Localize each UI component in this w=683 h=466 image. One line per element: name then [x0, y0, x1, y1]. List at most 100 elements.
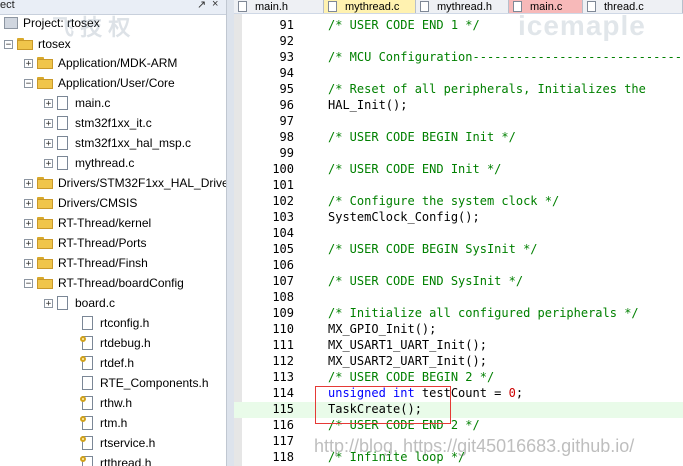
code-line[interactable]: 102 /* Configure the system clock */ [234, 194, 683, 210]
tree-header-0-label: rtconfig.h [100, 316, 150, 330]
code-line[interactable]: 94 [234, 66, 683, 82]
code-line[interactable]: 115 TaskCreate(); [234, 402, 683, 418]
code-text[interactable]: MX_GPIO_Init(); [328, 322, 436, 336]
header-file-icon [82, 376, 93, 390]
tree-header-1[interactable]: rtdebug.h [80, 334, 151, 352]
tree-group-1[interactable]: − Application/User/Core [24, 74, 175, 92]
tree-header-7[interactable]: rtthread.h [80, 454, 151, 466]
watermark-top-left: 飞 技 权 [52, 15, 131, 40]
collapse-toggle-icon[interactable]: − [24, 78, 33, 88]
code-line[interactable]: 106 [234, 258, 683, 274]
code-line[interactable]: 104 [234, 226, 683, 242]
tree-file-1-0[interactable]: + main.c [44, 94, 110, 112]
collapse-toggle-icon[interactable]: − [24, 278, 33, 288]
tree-file-7-0[interactable]: + board.c [44, 294, 115, 312]
file-tab-icon [420, 1, 429, 12]
line-number: 95 [279, 82, 294, 96]
expand-toggle-icon[interactable]: + [44, 138, 53, 148]
file-icon [57, 156, 68, 170]
close-icon[interactable]: × [212, 0, 218, 10]
folder-icon [37, 197, 53, 209]
tab-main-h[interactable]: main.h [234, 0, 324, 13]
code-line[interactable]: 107 /* USER CODE END SysInit */ [234, 274, 683, 290]
code-line[interactable]: 96 HAL_Init(); [234, 98, 683, 114]
code-line[interactable]: 109 /* Initialize all configured peripher… [234, 306, 683, 322]
code-line[interactable]: 101 [234, 178, 683, 194]
pin-icon[interactable]: ↗ [197, 0, 206, 11]
code-text[interactable]: /* Configure the system clock */ [328, 194, 559, 208]
code-line[interactable]: 111 MX_USART1_UART_Init(); [234, 338, 683, 354]
tree-header-3[interactable]: RTE_Components.h [82, 374, 209, 392]
code-text[interactable]: /* USER CODE BEGIN Init */ [328, 130, 516, 144]
tree-file-1-1[interactable]: + stm32f1xx_it.c [44, 114, 152, 132]
target-folder-icon [17, 38, 33, 50]
tree-group-3[interactable]: + Drivers/CMSIS [24, 194, 137, 212]
code-text[interactable]: /* USER CODE BEGIN SysInit */ [328, 242, 538, 256]
code-line[interactable]: 105 /* USER CODE BEGIN SysInit */ [234, 242, 683, 258]
code-text[interactable]: /* USER CODE BEGIN 2 */ [328, 370, 494, 384]
tree-file-1-3[interactable]: + mythread.c [44, 154, 134, 172]
tree-header-6[interactable]: rtservice.h [80, 434, 155, 452]
expand-toggle-icon[interactable]: + [44, 118, 53, 128]
tree-file-1-2[interactable]: + stm32f1xx_hal_msp.c [44, 134, 191, 152]
code-line[interactable]: 93 /* MCU Configuration------------------… [234, 50, 683, 66]
tree-group-0[interactable]: + Application/MDK-ARM [24, 54, 177, 72]
code-line[interactable]: 112 MX_USART2_UART_Init(); [234, 354, 683, 370]
code-line[interactable]: 95 /* Reset of all peripherals, Initializ… [234, 82, 683, 98]
header-file-icon [80, 396, 93, 410]
code-text[interactable]: MX_USART2_UART_Init(); [328, 354, 487, 368]
tab-mythread-h[interactable]: mythread.h [416, 0, 509, 13]
tree-group-4[interactable]: + RT-Thread/kernel [24, 214, 151, 232]
code-text[interactable]: MX_USART1_UART_Init(); [328, 338, 487, 352]
expand-toggle-icon[interactable]: + [24, 178, 33, 188]
code-line[interactable]: 103 SystemClock_Config(); [234, 210, 683, 226]
code-line[interactable]: 113 /* USER CODE BEGIN 2 */ [234, 370, 683, 386]
code-text[interactable]: /* USER CODE END SysInit */ [328, 274, 523, 288]
code-line[interactable]: 97 [234, 114, 683, 130]
tree-header-4[interactable]: rthw.h [80, 394, 132, 412]
code-line[interactable]: 108 [234, 290, 683, 306]
annotation-highlight-box [315, 386, 451, 424]
code-token: MX_GPIO_Init(); [328, 322, 437, 336]
line-number: 99 [279, 146, 294, 160]
line-number: 105 [272, 242, 294, 256]
expand-toggle-icon[interactable]: + [24, 198, 33, 208]
expand-toggle-icon[interactable]: + [24, 258, 33, 268]
tree-header-0[interactable]: rtconfig.h [82, 314, 149, 332]
expand-toggle-icon[interactable]: + [24, 58, 33, 68]
code-line[interactable]: 99 [234, 146, 683, 162]
code-line[interactable]: 116/* USER CODE END 2 */ [234, 418, 683, 434]
header-file-icon [80, 456, 93, 466]
tree-group-6[interactable]: + RT-Thread/Finsh [24, 254, 148, 272]
code-text[interactable]: /* USER CODE END Init */ [328, 162, 501, 176]
code-line[interactable]: 114 unsigned int testCount = 0; [234, 386, 683, 402]
code-text[interactable]: /* Reset of all peripherals, Initializes… [328, 82, 646, 96]
tree-group-7[interactable]: − RT-Thread/boardConfig [24, 274, 184, 292]
code-line[interactable]: 110 MX_GPIO_Init(); [234, 322, 683, 338]
tree-group-2[interactable]: + Drivers/STM32F1xx_HAL_Driver [24, 174, 226, 192]
tree-header-5-label: rtm.h [100, 416, 128, 430]
tree-header-5[interactable]: rtm.h [80, 414, 128, 432]
code-text[interactable]: /* USER CODE END 1 */ [328, 18, 480, 32]
project-panel-title: ect [0, 0, 15, 11]
code-text[interactable]: SystemClock_Config(); [328, 210, 480, 224]
code-text[interactable]: HAL_Init(); [328, 98, 407, 112]
code-line[interactable]: 98 /* USER CODE BEGIN Init */ [234, 130, 683, 146]
expand-toggle-icon[interactable]: + [44, 98, 53, 108]
expand-toggle-icon[interactable]: + [24, 238, 33, 248]
tree-group-5[interactable]: + RT-Thread/Ports [24, 234, 146, 252]
expand-toggle-icon[interactable]: + [44, 158, 53, 168]
code-text[interactable]: /* Initialize all configured peripherals… [328, 306, 639, 320]
tree-file-1-1-label: stm32f1xx_it.c [75, 116, 152, 130]
folder-icon [37, 217, 53, 229]
folder-icon [37, 237, 53, 249]
code-editor[interactable]: 91 /* USER CODE END 1 */ 92 93 /* MCU Config… [234, 14, 683, 466]
expand-toggle-icon[interactable]: + [44, 298, 53, 308]
tree-group-7-label: RT-Thread/boardConfig [58, 276, 184, 290]
expand-toggle-icon[interactable]: + [24, 218, 33, 228]
tab-mythread-c[interactable]: mythread.c [324, 0, 416, 13]
tree-header-2[interactable]: rtdef.h [80, 354, 134, 372]
code-line[interactable]: 100 /* USER CODE END Init */ [234, 162, 683, 178]
collapse-toggle-icon[interactable]: − [4, 39, 13, 49]
code-text[interactable]: /* MCU Configuration--------------------… [328, 50, 683, 64]
